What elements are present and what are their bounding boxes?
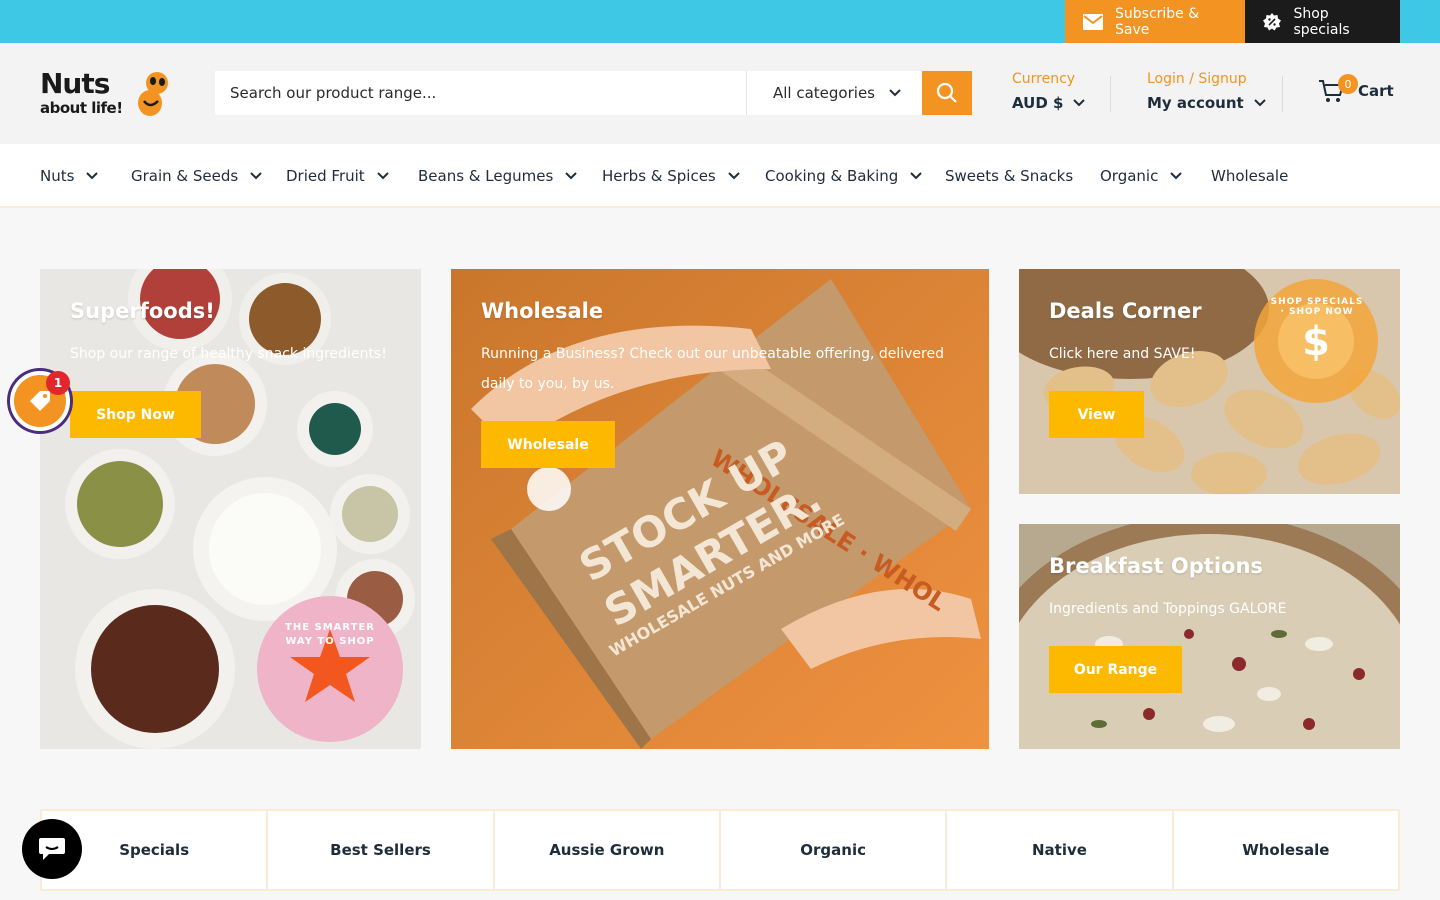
nav-item-label: Dried Fruit: [286, 167, 365, 185]
logo-line1: Nuts: [40, 67, 110, 100]
peanut-logo-icon: [138, 72, 168, 116]
currency-selector[interactable]: Currency AUD $: [1012, 71, 1086, 112]
wholesale-button[interactable]: Wholesale: [481, 421, 615, 468]
currency-label: Currency: [1012, 71, 1076, 87]
chevron-down-icon: [1073, 99, 1086, 107]
chevron-down-icon: [565, 172, 577, 180]
banner-title: Superfoods!: [70, 299, 215, 323]
shop-specials-link[interactable]: Shop specials: [1245, 0, 1400, 43]
sticker-text: THE SMARTER WAY TO SHOP: [285, 622, 375, 647]
chevron-down-icon: [376, 172, 389, 180]
nav-item-label: Cooking & Baking: [765, 167, 899, 185]
nav-item-herbs-spices[interactable]: Herbs & Spices: [602, 144, 740, 208]
banner-title: Deals Corner: [1049, 299, 1202, 323]
chevron-down-icon: [250, 172, 262, 180]
wholesale-banner[interactable]: WHOLESALE · WHOL STOCK UP SMARTER. WHOLE…: [451, 269, 989, 749]
banner-title: Breakfast Options: [1049, 554, 1263, 578]
nav-item-nuts[interactable]: Nuts: [40, 144, 99, 208]
chat-button[interactable]: [22, 819, 82, 879]
collection-tiles: Specials Best Sellers Aussie Grown Organ…: [40, 809, 1400, 891]
deals-corner-banner[interactable]: $ SHOP SPECIALS · SHOP NOW Deals Corner …: [1019, 269, 1400, 494]
superfoods-banner[interactable]: Superfoods! Shop our range of healthy sn…: [40, 269, 421, 749]
breakfast-options-banner[interactable]: Breakfast Options Ingredients and Toppin…: [1019, 524, 1400, 749]
nav-item-label: Nuts: [40, 167, 75, 185]
nav-item-organic[interactable]: Organic: [1100, 144, 1183, 208]
banner-text: Ingredients and Toppings GALORE: [1049, 601, 1287, 617]
discount-badge-icon: [1263, 12, 1282, 32]
chevron-down-icon: [86, 172, 99, 180]
nav-item-wholesale[interactable]: Wholesale: [1211, 144, 1288, 208]
cart-link[interactable]: 0 Cart: [1318, 74, 1394, 103]
envelope-icon: [1083, 12, 1103, 32]
collection-tile-wholesale[interactable]: Wholesale: [1174, 811, 1398, 889]
login-signup-link[interactable]: Login / Signup: [1147, 71, 1266, 87]
nav-item-dried-fruit[interactable]: Dried Fruit: [286, 144, 389, 208]
subscribe-save-label: Subscribe & Save: [1115, 5, 1200, 38]
collection-tile-native[interactable]: Native: [947, 811, 1174, 889]
chevron-down-icon: [910, 172, 923, 180]
logo[interactable]: Nuts about life!: [40, 67, 170, 121]
header-divider: [1282, 76, 1283, 112]
shop-now-button[interactable]: Shop Now: [70, 391, 201, 438]
collection-tile-aussie-grown[interactable]: Aussie Grown: [495, 811, 721, 889]
nav-item-label: Grain & Seeds: [131, 167, 239, 185]
currency-value: AUD $: [1012, 94, 1064, 112]
nav-item-grain-seeds[interactable]: Grain & Seeds: [131, 144, 262, 208]
main-nav: Nuts Grain & Seeds Dried Fruit Beans & L…: [0, 144, 1440, 208]
banner-title: Wholesale: [481, 299, 604, 323]
chevron-down-icon: [889, 89, 901, 97]
nav-item-label: Wholesale: [1211, 167, 1289, 185]
promo-count-badge: 1: [46, 371, 70, 395]
chevron-down-icon: [1253, 99, 1266, 107]
site-header: Nuts about life! All categories Currency…: [0, 43, 1440, 144]
banner-text: Shop our range of healthy snack ingredie…: [70, 346, 387, 362]
header-divider: [1110, 76, 1111, 112]
chat-icon: [39, 838, 65, 860]
search-button[interactable]: [922, 71, 972, 115]
collection-tile-organic[interactable]: Organic: [721, 811, 948, 889]
collection-tile-best-sellers[interactable]: Best Sellers: [268, 811, 495, 889]
category-select-value: All categories: [773, 84, 875, 102]
chevron-down-icon: [728, 172, 740, 180]
search-input[interactable]: [215, 71, 746, 115]
nav-item-sweets-snacks[interactable]: Sweets & Snacks: [945, 144, 1073, 208]
logo-line2: about life!: [40, 99, 123, 117]
cart-label: Cart: [1358, 82, 1394, 100]
category-select[interactable]: All categories: [747, 71, 922, 115]
banner-text: Running a Business? Check out our unbeat…: [481, 346, 944, 392]
top-bar: Subscribe & Save Shop specials: [0, 0, 1440, 43]
banner-text: Click here and SAVE!: [1049, 346, 1196, 362]
subscribe-save-link[interactable]: Subscribe & Save: [1065, 0, 1245, 43]
nav-item-cooking-baking[interactable]: Cooking & Baking: [765, 144, 923, 208]
cart-count-badge: 0: [1338, 74, 1358, 94]
chevron-down-icon: [1170, 172, 1183, 180]
sticker-text: SHOP SPECIALS · SHOP NOW: [1270, 297, 1364, 317]
nav-item-label: Sweets & Snacks: [945, 167, 1074, 185]
nav-item-label: Herbs & Spices: [602, 167, 716, 185]
my-account-label: My account: [1147, 94, 1244, 112]
shop-specials-label: Shop specials: [1293, 5, 1350, 38]
our-range-button[interactable]: Our Range: [1049, 646, 1182, 693]
nav-item-label: Beans & Legumes: [418, 167, 554, 185]
nav-item-beans-legumes[interactable]: Beans & Legumes: [418, 144, 577, 208]
search-bar: All categories: [215, 71, 972, 115]
view-button[interactable]: View: [1049, 391, 1144, 438]
svg-text:$: $: [1302, 319, 1330, 365]
search-icon: [936, 82, 957, 103]
account-menu[interactable]: Login / Signup My account: [1147, 71, 1266, 112]
nav-item-label: Organic: [1100, 167, 1159, 185]
